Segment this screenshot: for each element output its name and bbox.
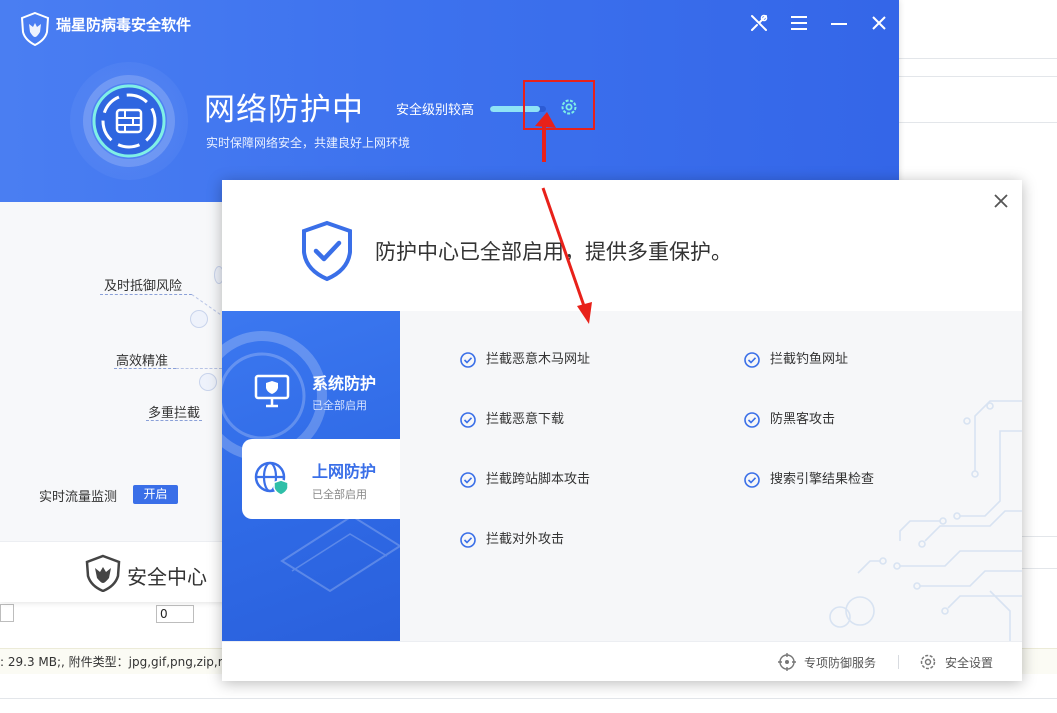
dialog-sidebar: 系统防护 已全部启用 上网防护 已全部启用 (222, 311, 400, 641)
feature-label: 拦截跨站脚本攻击 (486, 472, 591, 487)
sidebar-item-system-protection[interactable]: 系统防护 已全部启用 (222, 341, 400, 421)
sidebar-item-web-protection[interactable]: 上网防护 已全部启用 (242, 439, 400, 519)
divider (100, 294, 192, 295)
divider (899, 122, 1057, 123)
security-center-button[interactable]: 安全中心 (127, 561, 207, 590)
page-subtitle: 实时保障网络安全，共建良好上网环境 (206, 136, 411, 150)
sidebar-item-title: 系统防护 (312, 374, 377, 393)
minimize-icon[interactable] (826, 10, 852, 36)
dialog-title: 防护中心已全部启用，提供多重保护。 (375, 240, 732, 264)
gear-icon (920, 654, 936, 670)
divider (898, 655, 899, 669)
feature-label: 防黑客攻击 (770, 412, 836, 427)
feature-label: 搜索引擎结果检查 (770, 472, 875, 487)
divider (899, 76, 1057, 77)
crosshair-icon (778, 653, 796, 671)
dialog-footer: 专项防御服务 安全设置 (222, 641, 1022, 681)
security-center-lion-icon (85, 554, 121, 592)
sidebar-item-status: 已全部启用 (312, 399, 367, 412)
app-title: 瑞星防病毒安全软件 (56, 16, 192, 34)
compass-icon (190, 310, 208, 328)
security-level-label: 安全级别较高 (396, 103, 475, 118)
feature-label: 高效精准 (116, 354, 169, 369)
divider (0, 698, 1057, 699)
protection-center-dialog: 防护中心已全部启用，提供多重保护。 系统防护 已全部启用 上网防护 已全部启用 … (222, 180, 1022, 681)
feature-label: 拦截恶意木马网址 (486, 352, 591, 367)
special-defense-label: 专项防御服务 (804, 656, 877, 670)
sidebar-item-title: 上网防护 (312, 462, 377, 481)
divider (1022, 568, 1057, 569)
menu-icon[interactable] (786, 10, 812, 36)
page-title: 网络防护中 (204, 92, 364, 128)
check-circle-icon (744, 412, 760, 428)
traffic-monitor-label: 实时流量监测 (39, 490, 118, 505)
shield-small-icon (199, 373, 217, 391)
check-circle-icon (744, 472, 760, 488)
traffic-monitor-toggle-button[interactable]: 开启 (133, 485, 178, 504)
sidebar-item-status: 已全部启用 (312, 488, 367, 501)
close-icon[interactable] (866, 10, 892, 36)
highlight-annotation-box (523, 80, 595, 130)
divider (114, 368, 176, 369)
feature-label: 及时抵御风险 (104, 279, 183, 294)
protection-feature-list: 拦截恶意木马网址 拦截钓鱼网址 拦截恶意下载 防黑客攻击 拦截跨站脚本攻击 搜索… (400, 311, 1022, 641)
feature-label: 拦截对外攻击 (486, 532, 565, 547)
connector-line (176, 368, 222, 369)
globe-shield-icon (254, 461, 289, 496)
header-banner: 瑞星防病毒安全软件 网络防护中 实时保障网络安全，共建良好上网环境 安全级别较高 (0, 0, 899, 202)
feature-label: 拦截恶意下载 (486, 412, 565, 427)
background-input[interactable]: 0 (156, 605, 194, 623)
check-circle-icon (460, 532, 476, 548)
shield-check-icon (302, 220, 352, 282)
check-circle-icon (744, 352, 760, 368)
rising-lion-logo-icon (20, 12, 50, 46)
feature-label: 多重拦截 (148, 406, 201, 421)
divider (1022, 536, 1057, 537)
divider (899, 58, 1057, 59)
background-input[interactable] (0, 604, 14, 622)
tools-icon[interactable] (746, 10, 772, 36)
divider (146, 420, 202, 421)
monitor-shield-icon (254, 374, 290, 408)
security-settings-label: 安全设置 (945, 656, 994, 670)
check-circle-icon (460, 472, 476, 488)
check-circle-icon (460, 412, 476, 428)
feature-label: 拦截钓鱼网址 (770, 352, 849, 367)
dialog-close-icon[interactable] (990, 190, 1012, 212)
network-protection-status-icon (70, 62, 188, 180)
check-circle-icon (460, 352, 476, 368)
